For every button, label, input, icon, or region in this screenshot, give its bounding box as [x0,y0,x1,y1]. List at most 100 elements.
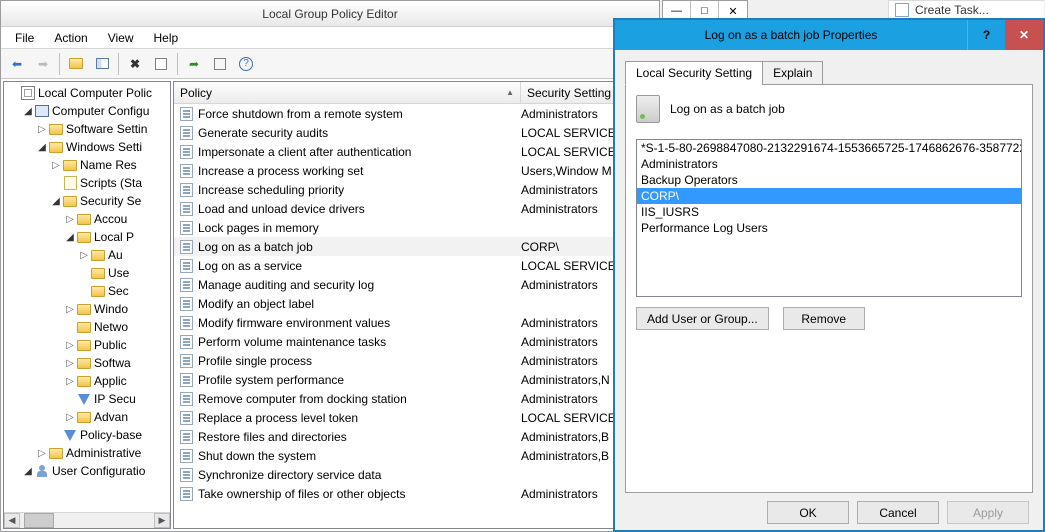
close-button[interactable]: ✕ [719,1,747,21]
collapse-icon[interactable]: ◢ [22,466,34,477]
collapse-icon[interactable]: ◢ [50,196,62,207]
column-header-policy[interactable]: Policy ▲ [174,82,521,103]
scroll-left-button[interactable]: ◀ [4,513,20,528]
scroll-right-button[interactable]: ▶ [154,513,170,528]
list-row[interactable]: Manage auditing and security logAdminist… [174,275,656,294]
expand-icon[interactable]: ▷ [78,250,90,261]
tree-item[interactable]: ▷Administrative [4,444,170,462]
apply-button[interactable]: Apply [947,501,1029,524]
tree-item[interactable]: ◢Computer Configu [4,102,170,120]
scroll-thumb[interactable] [24,513,54,528]
dialog-title-bar[interactable]: Log on as a batch job Properties ? ✕ [615,20,1043,50]
tree-item[interactable]: ▷Accou [4,210,170,228]
remove-button[interactable]: Remove [783,307,865,330]
expand-icon[interactable]: ▷ [36,448,48,459]
tree-item[interactable]: Scripts (Sta [4,174,170,192]
tree-item[interactable]: ▷Softwa [4,354,170,372]
expand-icon[interactable]: ▷ [50,160,62,171]
tree-item[interactable]: IP Secu [4,390,170,408]
export-button[interactable]: ➦ [182,52,206,76]
menu-help[interactable]: Help [146,29,187,47]
tree-item[interactable]: ▷Windo [4,300,170,318]
member-item[interactable]: CORP\ [637,188,1021,204]
list-row[interactable]: Synchronize directory service data [174,465,656,484]
list-row[interactable]: Generate security auditsLOCAL SERVICE, [174,123,656,142]
expand-icon[interactable]: ▷ [64,214,76,225]
list-row[interactable]: Log on as a serviceLOCAL SERVICE, [174,256,656,275]
list-row[interactable]: Remove computer from docking stationAdmi… [174,389,656,408]
list-row[interactable]: Profile single processAdministrators [174,351,656,370]
tree-item[interactable]: ◢Security Se [4,192,170,210]
member-item[interactable]: Performance Log Users [637,220,1021,236]
menu-file[interactable]: File [7,29,42,47]
tree-item[interactable]: ▷Software Settin [4,120,170,138]
list-row[interactable]: Log on as a batch jobCORP\ [174,237,656,256]
tree-item[interactable]: ▷Advan [4,408,170,426]
member-item[interactable]: *S-1-5-80-2698847080-2132291674-15536657… [637,140,1021,156]
dialog-help-button[interactable]: ? [967,20,1005,50]
show-hide-tree-button[interactable] [90,52,114,76]
collapse-icon[interactable]: ◢ [22,106,34,117]
list-row[interactable]: Replace a process level tokenLOCAL SERVI… [174,408,656,427]
tree-item[interactable]: Netwo [4,318,170,336]
tree-item[interactable]: Policy-base [4,426,170,444]
list-row[interactable]: Shut down the systemAdministrators,B [174,446,656,465]
tab-local-security[interactable]: Local Security Setting [625,61,763,85]
expand-icon[interactable]: ▷ [64,304,76,315]
list-row[interactable]: Modify an object label [174,294,656,313]
delete-button[interactable]: ✖ [123,52,147,76]
list-row[interactable]: Load and unload device driversAdministra… [174,199,656,218]
horizontal-scrollbar[interactable]: ◀ ▶ [4,512,170,528]
tree-item[interactable]: ◢User Configuratio [4,462,170,480]
forward-button[interactable]: ➡ [31,52,55,76]
collapse-icon[interactable]: ◢ [36,142,48,153]
tree[interactable]: Local Computer Polic◢Computer Configu▷So… [4,82,170,480]
tree-item[interactable]: ▷Applic [4,372,170,390]
members-listbox[interactable]: *S-1-5-80-2698847080-2132291674-15536657… [636,139,1022,297]
help-button[interactable]: ? [234,52,258,76]
tree-item[interactable]: ◢Local P [4,228,170,246]
list-row[interactable]: Impersonate a client after authenticatio… [174,142,656,161]
tree-item[interactable]: ▷Au [4,246,170,264]
expand-icon[interactable]: ▷ [64,412,76,423]
tree-item[interactable]: ◢Windows Setti [4,138,170,156]
tree-item[interactable]: Local Computer Polic [4,84,170,102]
expand-icon[interactable]: ▷ [64,376,76,387]
list-row[interactable]: Force shutdown from a remote systemAdmin… [174,104,656,123]
properties-button[interactable] [149,52,173,76]
tree-item[interactable]: Sec [4,282,170,300]
list-body[interactable]: Force shutdown from a remote systemAdmin… [174,104,656,503]
create-task-item[interactable]: Create Task... [888,0,1044,18]
list-row[interactable]: Take ownership of files or other objects… [174,484,656,503]
ok-button[interactable]: OK [767,501,849,524]
member-item[interactable]: Backup Operators [637,172,1021,188]
tab-explain[interactable]: Explain [762,61,823,85]
expand-icon[interactable]: ▷ [64,340,76,351]
back-button[interactable]: ⬅ [5,52,29,76]
maximize-button[interactable]: □ [691,1,719,21]
minimize-button[interactable]: — [663,1,691,21]
list-row[interactable]: Lock pages in memory [174,218,656,237]
list-row[interactable]: Modify firmware environment valuesAdmini… [174,313,656,332]
list-row[interactable]: Profile system performanceAdministrators… [174,370,656,389]
list-row[interactable]: Increase scheduling priorityAdministrato… [174,180,656,199]
member-item[interactable]: Administrators [637,156,1021,172]
expand-icon[interactable]: ▷ [64,358,76,369]
title-bar[interactable]: Local Group Policy Editor [1,1,659,27]
tree-item[interactable]: ▷Name Res [4,156,170,174]
menu-view[interactable]: View [100,29,142,47]
dialog-close-button[interactable]: ✕ [1005,20,1043,50]
add-user-button[interactable]: Add User or Group... [636,307,769,330]
scroll-track[interactable] [54,513,154,528]
list-row[interactable]: Increase a process working setUsers,Wind… [174,161,656,180]
tree-item[interactable]: Use [4,264,170,282]
up-button[interactable] [64,52,88,76]
list-row[interactable]: Restore files and directoriesAdministrat… [174,427,656,446]
refresh-button[interactable] [208,52,232,76]
cancel-button[interactable]: Cancel [857,501,939,524]
tree-item[interactable]: ▷Public [4,336,170,354]
expand-icon[interactable]: ▷ [36,124,48,135]
menu-action[interactable]: Action [46,29,95,47]
list-row[interactable]: Perform volume maintenance tasksAdminist… [174,332,656,351]
member-item[interactable]: IIS_IUSRS [637,204,1021,220]
